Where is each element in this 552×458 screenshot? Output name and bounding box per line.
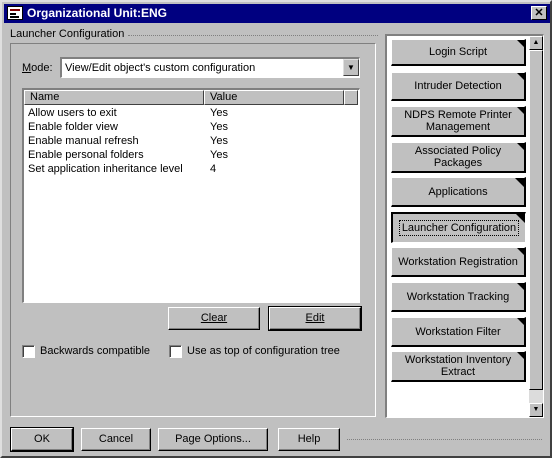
mode-select-value: View/Edit object's custom configuration (65, 62, 256, 74)
tab-label: Workstation Tracking (406, 290, 510, 303)
list-item[interactable]: Set application inheritance level 4 (24, 162, 358, 176)
list-item-value: Yes (210, 107, 228, 119)
backwards-compatible-label: Backwards compatible (40, 345, 151, 357)
list-item[interactable]: Allow users to exit Yes (24, 106, 358, 120)
list-item-value: Yes (210, 135, 228, 147)
clear-button[interactable]: Clear (168, 307, 260, 330)
list-item-name: Enable folder view (28, 121, 118, 133)
cancel-button[interactable]: Cancel (81, 428, 151, 451)
top-of-tree-label: Use as top of configuration tree (187, 345, 340, 357)
page-corner-icon (517, 318, 524, 325)
column-header-filler (344, 90, 358, 105)
tab-login-script[interactable]: Login Script (391, 39, 526, 66)
tab-workstation-inventory-extract[interactable]: Workstation Inventory Extract (391, 351, 526, 382)
list-item[interactable]: Enable folder view Yes (24, 120, 358, 134)
tab-associated-policy-packages[interactable]: Associated Policy Packages (391, 142, 526, 173)
column-header-name[interactable]: Name (24, 90, 204, 105)
tab-label: Workstation Inventory Extract (404, 354, 512, 378)
title-bar[interactable]: Organizational Unit:ENG ✕ (4, 4, 550, 23)
page-corner-icon (517, 248, 524, 255)
backwards-compatible-box[interactable] (22, 345, 35, 358)
list-item-value: Yes (210, 121, 228, 133)
arrow-up-icon[interactable]: ▲ (529, 36, 543, 50)
ok-button[interactable]: OK (10, 427, 74, 452)
top-of-tree-checkbox[interactable]: Use as top of configuration tree (169, 344, 349, 358)
list-item[interactable]: Enable personal folders Yes (24, 148, 358, 162)
tab-label: Launcher Configuration (398, 220, 520, 236)
footer-divider (347, 439, 542, 440)
tab-label: Workstation Registration (398, 255, 518, 268)
page-corner-icon (517, 40, 524, 47)
list-item-name: Allow users to exit (28, 107, 117, 119)
arrow-down-icon[interactable]: ▼ (529, 403, 543, 417)
tab-ndps-remote-printer-management[interactable]: NDPS Remote Printer Management (391, 106, 526, 137)
list-item-value: 4 (210, 163, 217, 175)
properties-dialog: Organizational Unit:ENG ✕ Launcher Confi… (0, 0, 552, 458)
list-item-name: Enable manual refresh (28, 135, 139, 147)
close-icon[interactable]: ✕ (531, 6, 547, 20)
column-header-value[interactable]: Value (204, 90, 344, 105)
page-corner-icon (517, 107, 524, 114)
tab-intruder-detection[interactable]: Intruder Detection (391, 72, 526, 101)
tabs-scrollbar[interactable]: ▲ ▼ (529, 36, 543, 417)
tab-label: Intruder Detection (414, 80, 502, 92)
page-corner-icon (515, 178, 524, 187)
top-of-tree-box[interactable] (169, 345, 182, 358)
list-item[interactable]: Enable manual refresh Yes (24, 134, 358, 148)
heading-divider (128, 35, 378, 36)
chevron-down-icon[interactable]: ▼ (343, 59, 359, 76)
launcher-configuration-heading: Launcher Configuration (10, 28, 125, 40)
page-corner-icon (517, 73, 524, 80)
edit-button[interactable]: Edit (268, 306, 362, 331)
tab-label: Login Script (428, 46, 488, 58)
list-item-name: Set application inheritance level (28, 163, 183, 175)
tab-label: Workstation Filter (415, 325, 501, 338)
tab-launcher-configuration[interactable]: Launcher Configuration (391, 212, 526, 243)
page-corner-icon (517, 143, 524, 150)
tab-applications[interactable]: Applications (391, 177, 526, 207)
tab-workstation-filter[interactable]: Workstation Filter (391, 317, 526, 347)
tab-label: NDPS Remote Printer Management (404, 109, 512, 133)
backwards-compatible-checkbox[interactable]: Backwards compatible (22, 344, 162, 358)
list-item-value: Yes (210, 149, 228, 161)
page-corner-icon (516, 214, 525, 223)
page-corner-icon (517, 352, 524, 359)
list-header: Name Value (24, 90, 358, 105)
scrollbar-thumb[interactable] (529, 50, 543, 390)
window-properties-icon[interactable] (7, 6, 23, 20)
page-corner-icon (517, 283, 524, 290)
settings-list[interactable]: Name Value Allow users to exit Yes Enabl… (22, 88, 360, 303)
help-button[interactable]: Help (278, 428, 340, 451)
window-title: Organizational Unit:ENG (27, 6, 168, 20)
tab-workstation-registration[interactable]: Workstation Registration (391, 247, 526, 277)
page-options-button[interactable]: Page Options... (158, 428, 268, 451)
mode-label: Mode: (22, 62, 53, 74)
tab-workstation-tracking[interactable]: Workstation Tracking (391, 282, 526, 312)
tab-label: Associated Policy Packages (414, 145, 502, 169)
property-pages-panel: Login Script Intruder Detection NDPS Rem… (385, 34, 544, 418)
tab-label: Applications (428, 185, 488, 198)
mode-select[interactable]: View/Edit object's custom configuration … (60, 57, 360, 78)
list-item-name: Enable personal folders (28, 149, 144, 161)
